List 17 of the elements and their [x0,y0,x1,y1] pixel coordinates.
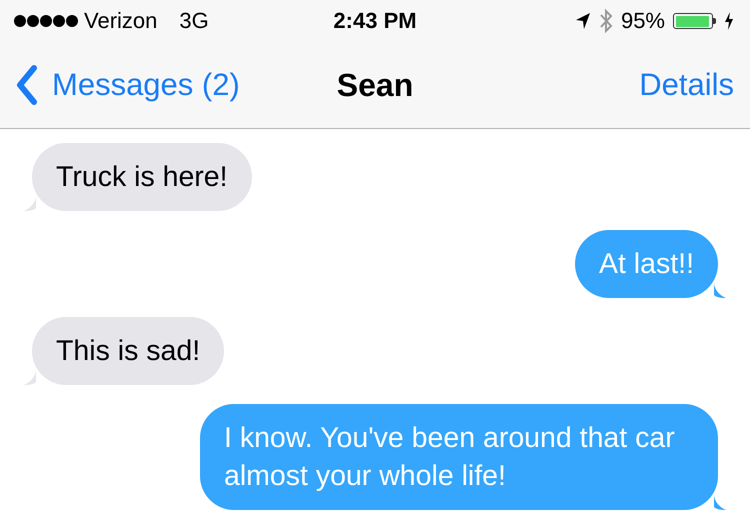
bubble-tail [24,369,36,385]
conversation-title: Sean [336,66,414,104]
signal-icon [14,14,78,28]
status-time: 2:43 PM [333,8,417,34]
charging-bolt-icon [724,12,734,30]
details-button[interactable]: Details [639,67,734,103]
bubble-tail [714,494,726,510]
back-chevron-icon [16,65,38,105]
bubble-tail [714,282,726,298]
bluetooth-icon [598,8,613,34]
bubble-tail [24,195,36,211]
network-type: 3G [179,8,209,34]
location-arrow-icon [574,12,591,30]
battery-percentage: 95% [620,8,665,34]
battery-icon [673,13,716,29]
back-button[interactable]: Messages (2) [16,65,240,105]
carrier-name: Verizon [84,8,158,34]
